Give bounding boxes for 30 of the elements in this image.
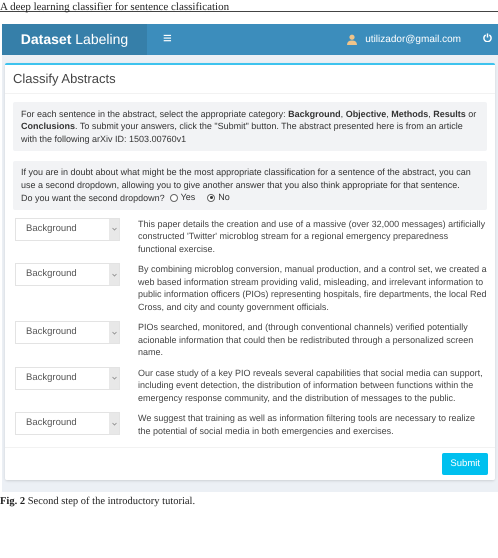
- caret-icon: [112, 422, 116, 426]
- prompt-text: Do you want the second dropdown?: [21, 192, 165, 204]
- caret-icon: [112, 330, 116, 334]
- sentence-text: PIOs searched, monitored, and (through conventional channels) verified potentially acionable information that could then be redistributed through a personalized screen name.: [138, 321, 474, 358]
- radio-button[interactable]: [207, 194, 216, 202]
- category-dropdown[interactable]: Background: [15, 366, 120, 390]
- radio-label[interactable]: No: [218, 191, 230, 204]
- category-dropdown[interactable]: Background: [15, 218, 120, 240]
- user-email-link[interactable]: utilizador@gmail.com: [365, 32, 461, 47]
- user-icon: [347, 34, 358, 45]
- category-dropdown[interactable]: Background: [15, 321, 120, 344]
- panel-title: Classify Abstracts: [13, 70, 117, 88]
- category-dropdown[interactable]: Background: [15, 412, 120, 435]
- radio-label[interactable]: Yes: [180, 191, 196, 204]
- figure-caption: Fig. 2 Second step of the introductory tutorial.: [0, 496, 196, 507]
- category-dropdown[interactable]: Background: [15, 263, 120, 286]
- sentence-text: This paper details the creation and use of a massive (over 32,000 messages) artificially constructed 'Twitter' microblog stream for a regional emergency preparedness functional exercise.: [138, 218, 486, 255]
- sentence-text: Our case study of a key PIO reveals several capabilities that social media can support, including event detection, the distribution of information between functions within the emergency response community, and the distribution of messages to the public.: [138, 366, 484, 404]
- sentence-text: We suggest that training as well as information filtering tools are necessary to realize the potential of social media in both emergencies and exercises.: [138, 412, 476, 437]
- menu-button[interactable]: ≡: [159, 24, 176, 55]
- caret-icon: [112, 376, 116, 380]
- caret-icon: [112, 272, 116, 276]
- brand-title: Dataset Labeling: [20, 30, 128, 49]
- power-icon[interactable]: [483, 33, 492, 42]
- caret-icon: [112, 227, 116, 231]
- radio-button[interactable]: [170, 194, 178, 202]
- running-header: A deep learning classifier for sentence classification: [0, 2, 230, 13]
- sentence-text: By combining microblog conversion, manual production, and a control set, we created a web based information stream providing valid, misleading, and irrelevant information to public information officers (PIOs) representing hospitals, fire departments, the local Red Cross, and city and county government officials.: [138, 263, 487, 313]
- question-text: If you are in doubt about what might be the most appropriate classification for a sentence of the abstract, you can use a second dropdown, allowing you to give another answer that you also think appropriate for that sentence.: [21, 166, 472, 191]
- instructions-text: For each sentence in the abstract, select the appropriate category: Background, Objective, Methods, Results or Conclusions. To submit your answers, click the "Submit" button. The abstract presented here is from an article with the following arXiv ID: 1503.00760v1: [21, 108, 478, 145]
